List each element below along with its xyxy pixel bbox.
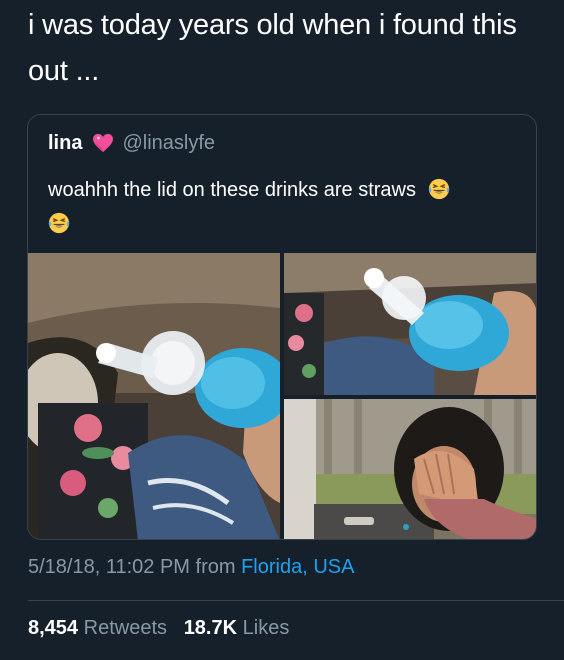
quoted-tweet-card[interactable]: lina @linaslyfe woahhh the lid on these … — [27, 114, 537, 540]
retweets-label: Retweets — [83, 617, 167, 639]
photo-person-facepalm[interactable] — [284, 399, 536, 539]
likes-stat[interactable]: 18.7K Likes — [184, 617, 290, 639]
retweets-stat[interactable]: 8,454 Retweets — [28, 617, 173, 639]
tweet-screenshot: i was today years old when i found this … — [0, 0, 564, 660]
photo-straw-lid-closeup[interactable] — [284, 253, 536, 395]
quoted-author-handle[interactable]: @linaslyfe — [122, 132, 215, 155]
pink-heart-icon — [92, 133, 114, 153]
divider — [28, 600, 564, 601]
tweet-location-link[interactable]: Florida, USA — [241, 556, 354, 578]
retweets-count: 8,454 — [28, 617, 79, 639]
quoted-tweet-body: woahhh the lid on these drinks are straw… — [48, 179, 416, 201]
quoted-author-name[interactable]: lina — [48, 132, 82, 155]
likes-label: Likes — [242, 617, 290, 639]
quoted-tweet-text: woahhh the lid on these drinks are straw… — [48, 173, 518, 241]
photo-bottle-in-car[interactable] — [28, 253, 280, 539]
tweet-stats: 8,454 Retweets 18.7K Likes — [28, 617, 289, 640]
laughing-crying-icon — [428, 177, 450, 200]
media-grid — [28, 253, 536, 539]
tweet-timestamp[interactable]: 5/18/18, 11:02 PM from — [28, 556, 236, 578]
laughing-crying-icon — [48, 211, 70, 234]
tweet-text: i was today years old when i found this … — [28, 9, 517, 87]
quoted-tweet-header: lina @linaslyfe — [48, 131, 215, 155]
likes-count: 18.7K — [183, 617, 238, 639]
tweet-meta: 5/18/18, 11:02 PM from Florida, USA — [28, 556, 354, 579]
